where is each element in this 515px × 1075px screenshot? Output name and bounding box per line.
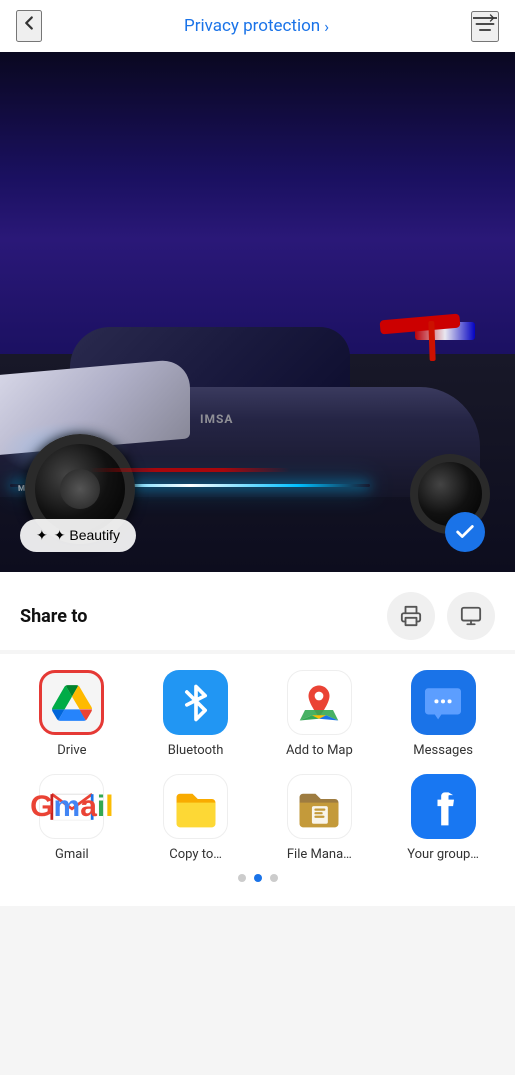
cast-button[interactable]	[447, 592, 495, 640]
app-item-copyto[interactable]: Copy to…	[134, 774, 258, 862]
messages-icon-wrapper	[411, 670, 476, 735]
sparkle-icon: ✦	[36, 527, 48, 544]
app-item-bluetooth[interactable]: Bluetooth	[134, 670, 258, 758]
filemanager-label: File Mana…	[287, 847, 352, 862]
filter-button[interactable]	[471, 11, 499, 42]
share-section: Share to	[0, 572, 515, 650]
page-title: Privacy protection ›	[184, 16, 329, 36]
drive-label: Drive	[57, 743, 86, 758]
share-header: Share to	[20, 592, 495, 640]
copyto-label: Copy to…	[169, 847, 222, 862]
header: Privacy protection ›	[0, 0, 515, 52]
car-image: IMSA MICHELIN	[0, 52, 515, 572]
app-item-facebook[interactable]: Your group…	[381, 774, 505, 862]
files-icon-wrapper	[163, 774, 228, 839]
facebook-label: Your group…	[407, 847, 479, 862]
share-actions	[387, 592, 495, 640]
app-item-gmail[interactable]: Gmail Gmail	[10, 774, 134, 862]
app-grid-section: Drive Bluetooth	[0, 654, 515, 906]
bluetooth-label: Bluetooth	[168, 743, 224, 758]
facebook-icon-wrapper	[411, 774, 476, 839]
page-dots-indicator	[10, 862, 505, 890]
maps-label: Add to Map	[286, 743, 353, 758]
dot-2[interactable]	[254, 874, 262, 882]
app-item-messages[interactable]: Messages	[381, 670, 505, 758]
share-title: Share to	[20, 606, 87, 627]
app-item-filemanager[interactable]: File Mana…	[258, 774, 382, 862]
messages-label: Messages	[413, 743, 473, 758]
filemanager-icon-wrapper	[287, 774, 352, 839]
car-image-container: IMSA MICHELIN ✦ ✦ Beautify	[0, 52, 515, 572]
back-button[interactable]	[16, 10, 42, 42]
dot-3[interactable]	[270, 874, 278, 882]
app-grid: Drive Bluetooth	[10, 670, 505, 862]
app-item-maps[interactable]: Add to Map	[258, 670, 382, 758]
print-button[interactable]	[387, 592, 435, 640]
maps-icon-wrapper	[287, 670, 352, 735]
beautify-button[interactable]: ✦ ✦ Beautify	[20, 519, 136, 552]
gmail-label: Gmail	[55, 847, 89, 862]
gmail-icon-wrapper: Gmail	[39, 774, 104, 839]
app-item-drive[interactable]: Drive	[10, 670, 134, 758]
drive-icon-wrapper	[39, 670, 104, 735]
bluetooth-icon-wrapper	[163, 670, 228, 735]
dot-1[interactable]	[238, 874, 246, 882]
select-checkmark[interactable]	[445, 512, 485, 552]
